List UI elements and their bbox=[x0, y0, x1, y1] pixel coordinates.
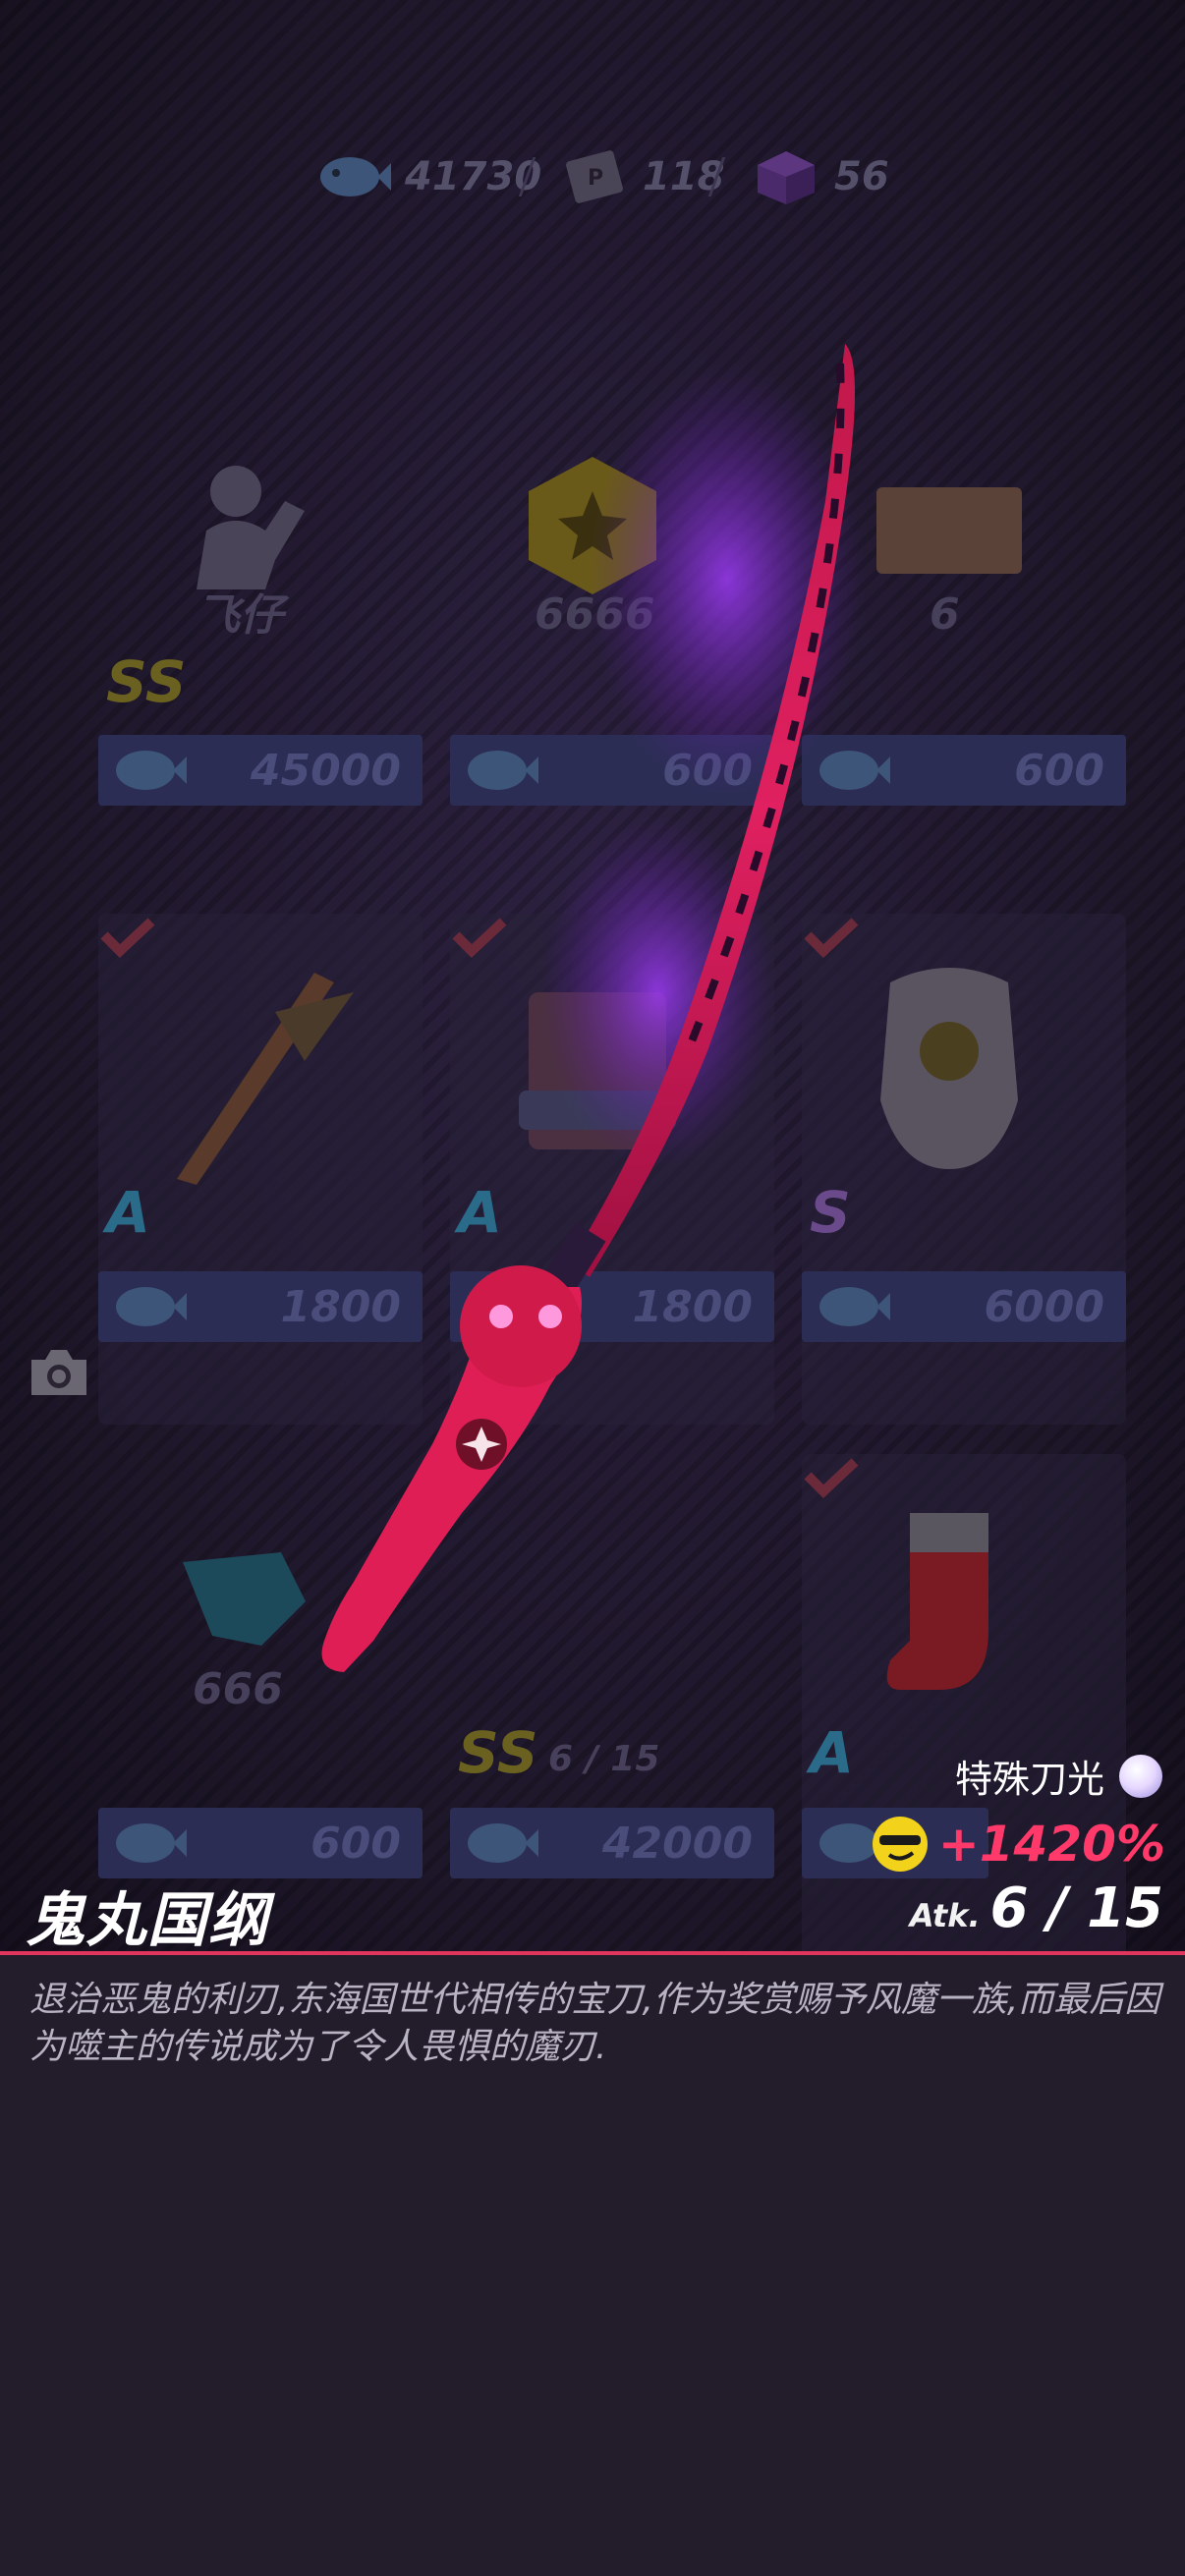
atk-value: 6 / 15 bbox=[989, 1876, 1163, 1940]
cube-value: 56 bbox=[834, 154, 889, 199]
item-label: 666 bbox=[193, 1664, 283, 1714]
purple-cube-icon bbox=[758, 151, 815, 204]
currency-ticket: P 118 bbox=[560, 147, 725, 206]
currency-bar: 41730 P 118 56 bbox=[0, 147, 1185, 206]
currency-cube: 56 bbox=[752, 147, 889, 206]
special-blade-light: 特殊刀光 bbox=[955, 1749, 1165, 1803]
item-label: 6 / 15 bbox=[548, 1739, 660, 1779]
fish-coin-icon bbox=[116, 751, 187, 790]
rank-badge: A bbox=[106, 1179, 150, 1246]
special-label: 特殊刀光 bbox=[954, 1758, 1104, 1801]
ticket-icon: P bbox=[566, 150, 623, 203]
attack-stat: Atk. 6 / 15 bbox=[910, 1876, 1163, 1940]
item-label: 飞仔 bbox=[197, 590, 283, 641]
rank-badge: A bbox=[810, 1719, 854, 1786]
rank-badge: SS bbox=[106, 648, 187, 715]
fish-coin-icon bbox=[468, 1823, 538, 1863]
weapon-description: 退治恶鬼的利刃,东海国世代相传的宝刀,作为奖赏赐予风魔一族,而最后因为噬主的传说… bbox=[29, 1980, 1160, 2067]
fish-coin-icon bbox=[116, 1823, 187, 1863]
pearl-orb-icon bbox=[1119, 1754, 1162, 1798]
item-label: 6 bbox=[930, 589, 960, 640]
katana-weapon-image bbox=[321, 344, 865, 1672]
smiley-sunglasses-icon bbox=[872, 1817, 928, 1872]
price-tag: 45000 600 bbox=[98, 1808, 423, 1878]
fish-coin-icon bbox=[116, 1287, 187, 1326]
currency-fish: 41730 bbox=[312, 147, 541, 206]
price-value: 6000 bbox=[984, 1281, 1104, 1332]
price-value: 600 bbox=[1014, 745, 1104, 796]
character-icon bbox=[197, 466, 305, 589]
camera-icon[interactable] bbox=[28, 1346, 90, 1399]
fish-coin-icon bbox=[320, 157, 391, 196]
svg-text:P: P bbox=[588, 166, 603, 191]
bonus-value: +1420% bbox=[937, 1816, 1165, 1873]
checkmark-icon bbox=[100, 918, 155, 958]
rank-badge: SS bbox=[458, 1719, 538, 1786]
weapon-name: 鬼丸国纲 bbox=[26, 1886, 269, 1955]
price-tag: 42000 bbox=[450, 1808, 774, 1878]
price-value: 600 bbox=[310, 1818, 401, 1869]
gem-item-icon bbox=[183, 1552, 306, 1646]
price-value: 42000 bbox=[601, 1818, 753, 1869]
atk-label: Atk. bbox=[909, 1897, 981, 1934]
game-screen: 41730 P 118 56 飞仔 SS 45000 6 600 A 1800 … bbox=[0, 0, 1185, 2576]
attack-bonus: +1420% bbox=[870, 1814, 1165, 1875]
